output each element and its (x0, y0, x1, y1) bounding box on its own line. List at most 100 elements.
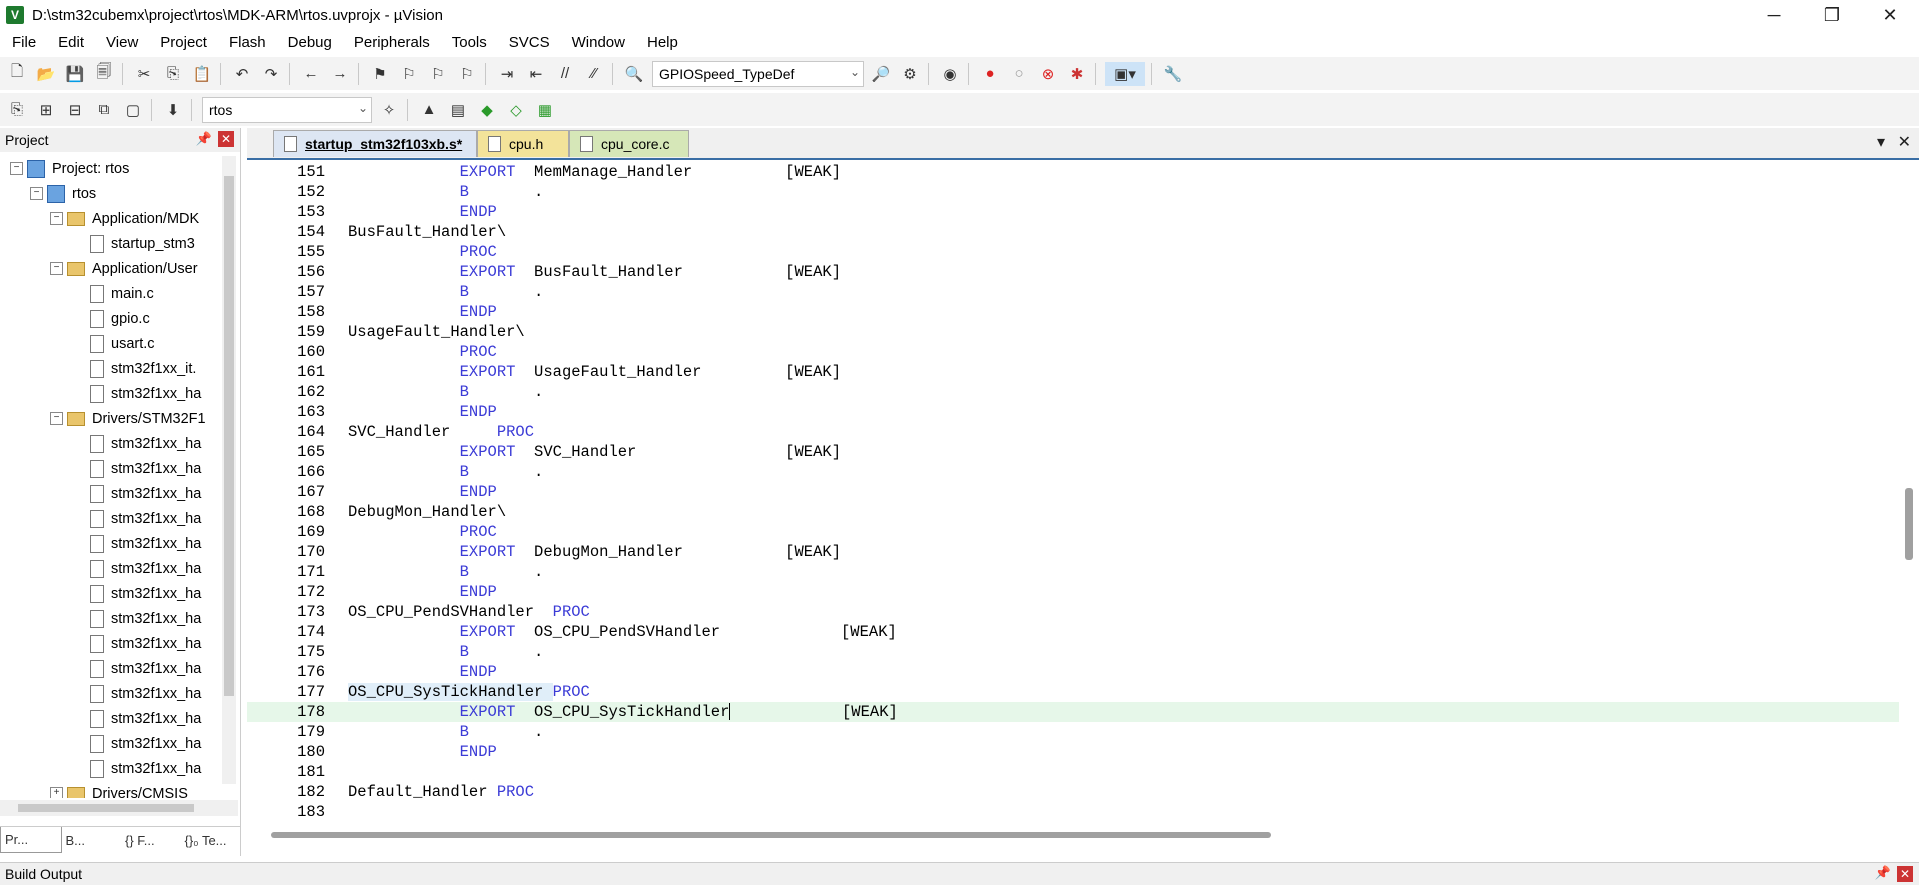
code-view[interactable]: 151 EXPORT MemManage_Handler [WEAK] 152 B… (247, 162, 1899, 820)
minimize-button[interactable]: ─ (1745, 0, 1803, 30)
tree-item[interactable]: stm32f1xx_ha (0, 506, 222, 531)
tree-item[interactable]: stm32f1xx_ha (0, 581, 222, 606)
copy-icon[interactable]: ⎘ (161, 62, 185, 86)
code-line[interactable]: 157 B . (247, 282, 1899, 302)
options-for-target-icon[interactable]: ✧ (377, 98, 401, 122)
menu-edit[interactable]: Edit (46, 34, 94, 51)
tab-books[interactable]: B... (62, 827, 122, 853)
undo-icon[interactable]: ↶ (230, 62, 254, 86)
collapse-icon[interactable]: − (50, 262, 63, 275)
tab-templates[interactable]: {}₀ Te... (181, 827, 241, 853)
chevron-down-icon[interactable]: ⌄ (358, 101, 368, 115)
open-file-icon[interactable]: 📂 (34, 62, 58, 86)
tree-item[interactable]: gpio.c (0, 306, 222, 331)
code-line[interactable]: 172 ENDP (247, 582, 1899, 602)
code-line[interactable]: 153 ENDP (247, 202, 1899, 222)
tree-item[interactable]: + Drivers/CMSIS (0, 781, 222, 798)
navigate-back-icon[interactable]: ← (299, 62, 323, 86)
kill-all-breakpoints-icon[interactable]: ✱ (1065, 62, 1089, 86)
tree-item[interactable]: − Application/User (0, 256, 222, 281)
pin-icon[interactable]: 📌 (196, 131, 212, 147)
code-line[interactable]: 163 ENDP (247, 402, 1899, 422)
tree-item[interactable]: − Project: rtos (0, 156, 222, 181)
debug-session-icon[interactable]: ◉ (938, 62, 962, 86)
code-line[interactable]: 158 ENDP (247, 302, 1899, 322)
code-line[interactable]: 160 PROC (247, 342, 1899, 362)
find-combo[interactable]: GPIOSpeed_TypeDef ⌄ (652, 60, 864, 87)
code-line[interactable]: 165 EXPORT SVC_Handler [WEAK] (247, 442, 1899, 462)
incremental-find-icon[interactable]: 🔎 (869, 62, 893, 86)
collapse-icon[interactable]: − (50, 412, 63, 425)
code-line[interactable]: 166 B . (247, 462, 1899, 482)
collapse-icon[interactable]: − (30, 187, 43, 200)
tree-item[interactable]: usart.c (0, 331, 222, 356)
chevron-down-icon[interactable]: ⌄ (850, 65, 860, 79)
code-line[interactable]: 154 BusFault_Handler\ (247, 222, 1899, 242)
code-line[interactable]: 171 B . (247, 562, 1899, 582)
menu-help[interactable]: Help (635, 34, 688, 51)
tree-item[interactable]: stm32f1xx_ha (0, 756, 222, 781)
scroll-thumb[interactable] (224, 176, 234, 696)
code-line[interactable]: 180 ENDP (247, 742, 1899, 762)
insert-breakpoint-icon[interactable]: ● (978, 62, 1002, 86)
tree-item[interactable]: stm32f1xx_ha (0, 456, 222, 481)
code-line[interactable]: 170 EXPORT DebugMon_Handler [WEAK] (247, 542, 1899, 562)
indent-icon[interactable]: ⇥ (495, 62, 519, 86)
code-line[interactable]: 182 Default_Handler PROC (247, 782, 1899, 802)
menu-flash[interactable]: Flash (217, 34, 276, 51)
tree-item[interactable]: − rtos (0, 181, 222, 206)
disable-all-breakpoints-icon[interactable]: ⊗ (1036, 62, 1060, 86)
editor-hscrollbar[interactable] (247, 826, 1899, 844)
editor-tab[interactable]: cpu_core.c (569, 130, 689, 157)
download-icon[interactable]: ⬇ (161, 98, 185, 122)
tree-item[interactable]: stm32f1xx_ha (0, 481, 222, 506)
bookmark-toggle-icon[interactable]: ⚑ (368, 62, 392, 86)
tree-item[interactable]: stm32f1xx_ha (0, 681, 222, 706)
runtime-environment-icon[interactable]: ◇ (504, 98, 528, 122)
tree-item[interactable]: stm32f1xx_ha (0, 556, 222, 581)
code-line[interactable]: 174 EXPORT OS_CPU_PendSVHandler [WEAK] (247, 622, 1899, 642)
code-line[interactable]: 167 ENDP (247, 482, 1899, 502)
menu-peripherals[interactable]: Peripherals (342, 34, 440, 51)
tree-item[interactable]: stm32f1xx_ha (0, 731, 222, 756)
code-line[interactable]: 177 OS_CPU_SysTickHandler PROC (247, 682, 1899, 702)
menu-file[interactable]: File (0, 34, 46, 51)
tree-item[interactable]: stm32f1xx_ha (0, 656, 222, 681)
project-tree-hscrollbar[interactable] (0, 800, 238, 816)
bookmark-prev-icon[interactable]: ⚐ (397, 62, 421, 86)
tree-item[interactable]: startup_stm3 (0, 231, 222, 256)
code-line[interactable]: 178 EXPORT OS_CPU_SysTickHandler [WEAK] (247, 702, 1899, 722)
code-line[interactable]: 179 B . (247, 722, 1899, 742)
code-line[interactable]: 156 EXPORT BusFault_Handler [WEAK] (247, 262, 1899, 282)
tab-list-icon[interactable]: ▾ (1877, 132, 1885, 152)
editor-vscrollbar[interactable] (1901, 162, 1919, 822)
code-line[interactable]: 161 EXPORT UsageFault_Handler [WEAK] (247, 362, 1899, 382)
menu-tools[interactable]: Tools (440, 34, 497, 51)
project-tree-vscrollbar[interactable] (222, 156, 236, 784)
code-line[interactable]: 155 PROC (247, 242, 1899, 262)
redo-icon[interactable]: ↷ (259, 62, 283, 86)
manage-components-icon[interactable]: ▲ (417, 98, 441, 122)
close-editor-icon[interactable]: ✕ (1898, 132, 1911, 152)
tree-item[interactable]: stm32f1xx_ha (0, 381, 222, 406)
close-icon[interactable]: ✕ (1897, 866, 1913, 882)
target-combo[interactable]: rtos ⌄ (202, 96, 372, 123)
uncomment-icon[interactable]: ⁄⁄ (582, 62, 606, 86)
scroll-thumb[interactable] (18, 804, 194, 812)
menu-project[interactable]: Project (148, 34, 217, 51)
editor-tab[interactable]: startup_stm32f103xb.s* (273, 130, 477, 157)
scroll-thumb[interactable] (271, 832, 1271, 838)
bookmark-clear-icon[interactable]: ⚐ (455, 62, 479, 86)
save-all-icon[interactable]: 🗐 (92, 62, 116, 86)
code-line[interactable]: 164 SVC_Handler PROC (247, 422, 1899, 442)
tab-functions[interactable]: {} F... (121, 827, 181, 853)
close-icon[interactable]: ✕ (218, 131, 234, 147)
paste-icon[interactable]: 📋 (190, 62, 214, 86)
code-line[interactable]: 162 B . (247, 382, 1899, 402)
close-window-button[interactable]: ✕ (1861, 0, 1919, 30)
translate-icon[interactable]: ⎘ (5, 98, 29, 122)
stop-build-icon[interactable]: ▢ (121, 98, 145, 122)
menu-view[interactable]: View (94, 34, 148, 51)
tree-item[interactable]: − Drivers/STM32F1 (0, 406, 222, 431)
tree-item[interactable]: stm32f1xx_ha (0, 606, 222, 631)
